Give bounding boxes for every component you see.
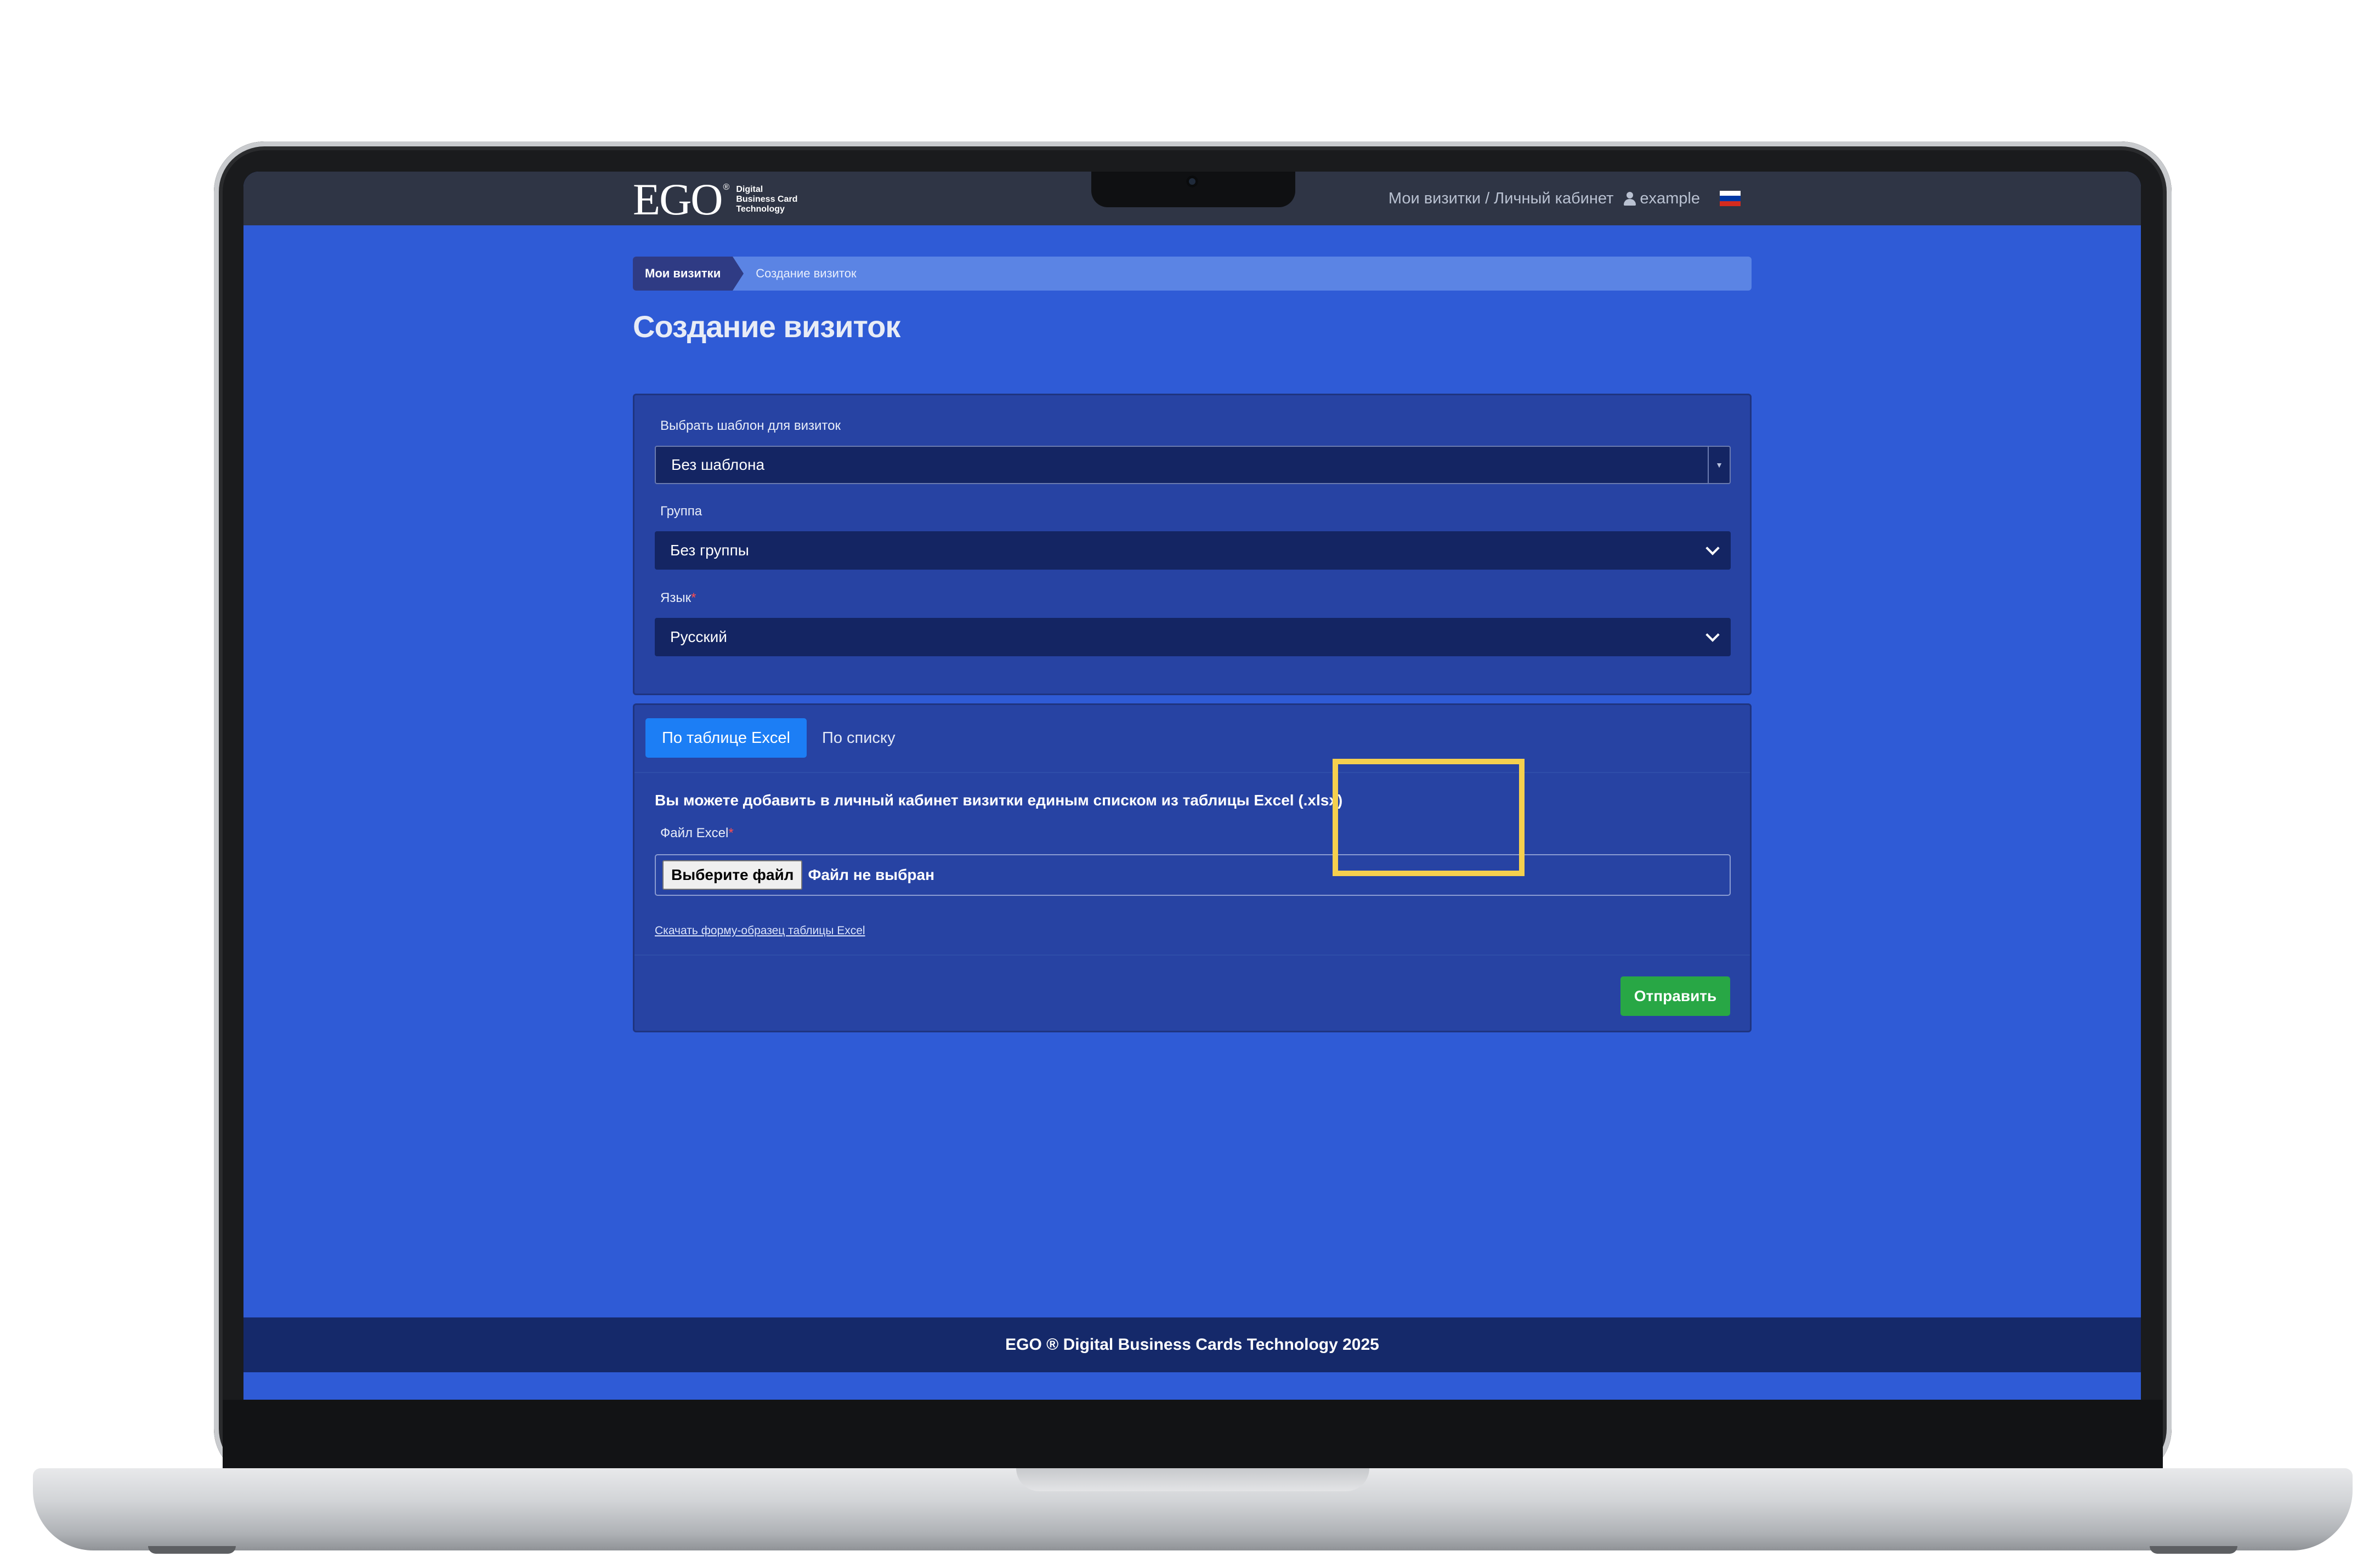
required-mark: * — [691, 590, 696, 605]
camera-icon — [1186, 175, 1198, 188]
user-menu[interactable]: example — [1623, 190, 1700, 208]
template-select[interactable]: Без шаблона ▼ — [655, 446, 1731, 484]
excel-description: Вы можете добавить в личный кабинет визи… — [655, 792, 1343, 809]
language-label-text: Язык — [660, 590, 692, 605]
required-mark: * — [728, 826, 734, 840]
group-label: Группа — [660, 504, 702, 519]
chevron-down-icon — [1705, 628, 1720, 642]
russian-flag-icon[interactable] — [1720, 191, 1741, 206]
file-label: Файл Excel* — [660, 826, 734, 841]
language-select[interactable]: Русский — [655, 618, 1731, 656]
nav-link-my-cards[interactable]: Мои визитки / Личный кабинет — [1389, 190, 1614, 208]
page-title: Создание визиток — [633, 309, 900, 344]
chevron-down-icon — [1705, 541, 1720, 555]
breadcrumb-my-cards[interactable]: Мои визитки — [633, 257, 744, 291]
screen: EGO ® Digital Business Card Technology М… — [243, 172, 2141, 1400]
submit-button[interactable]: Отправить — [1620, 976, 1730, 1016]
logo-registered-mark: ® — [723, 183, 730, 192]
ego-logo[interactable]: EGO ® Digital Business Card Technology — [633, 177, 797, 222]
laptop-opening-notch — [1016, 1468, 1369, 1491]
excel-file-input[interactable]: Выберите файл Файл не выбран — [655, 854, 1731, 896]
template-select-value: Без шаблона — [671, 456, 765, 473]
file-status: Файл не выбран — [808, 866, 934, 883]
tab-excel[interactable]: По таблице Excel — [645, 718, 807, 758]
group-select-value: Без группы — [670, 542, 749, 559]
laptop-bezel — [223, 1400, 2163, 1476]
submit-highlight-box — [1333, 759, 1525, 876]
upload-tabs: По таблице Excel По списку — [634, 705, 1750, 773]
tab-list[interactable]: По списку — [822, 718, 895, 758]
language-select-value: Русский — [670, 628, 727, 645]
file-label-text: Файл Excel — [660, 826, 729, 840]
choose-file-button[interactable]: Выберите файл — [662, 860, 803, 890]
upload-card: По таблице Excel По списку Вы можете доб… — [633, 703, 1752, 1032]
template-label: Выбрать шаблон для визиток — [660, 418, 841, 433]
divider — [634, 955, 1750, 956]
download-template-link[interactable]: Скачать форму-образец таблицы Excel — [655, 924, 865, 938]
breadcrumb-current: Создание визиток — [756, 266, 857, 280]
logo-tagline: Digital Business Card Technology — [736, 185, 797, 214]
logo-tagline-line: Digital — [736, 185, 763, 194]
settings-card: Выбрать шаблон для визиток Без шаблона ▼… — [633, 394, 1752, 695]
logo-tagline-line: Business Card — [736, 195, 798, 204]
laptop-foot-left — [148, 1546, 236, 1554]
user-icon — [1623, 191, 1636, 206]
logo-tagline-line: Technology — [736, 204, 785, 214]
logo-text: EGO — [633, 174, 723, 224]
breadcrumb: Мои визитки Создание визиток — [633, 257, 1752, 291]
top-nav: Мои визитки / Личный кабинет example — [1389, 172, 1741, 225]
footer: EGO ® Digital Business Cards Technology … — [243, 1317, 2141, 1372]
caret-down-icon: ▼ — [1708, 447, 1730, 483]
language-label: Язык* — [660, 590, 696, 606]
username: example — [1640, 189, 1700, 207]
laptop-foot-right — [2150, 1546, 2237, 1554]
group-select[interactable]: Без группы — [655, 531, 1731, 570]
